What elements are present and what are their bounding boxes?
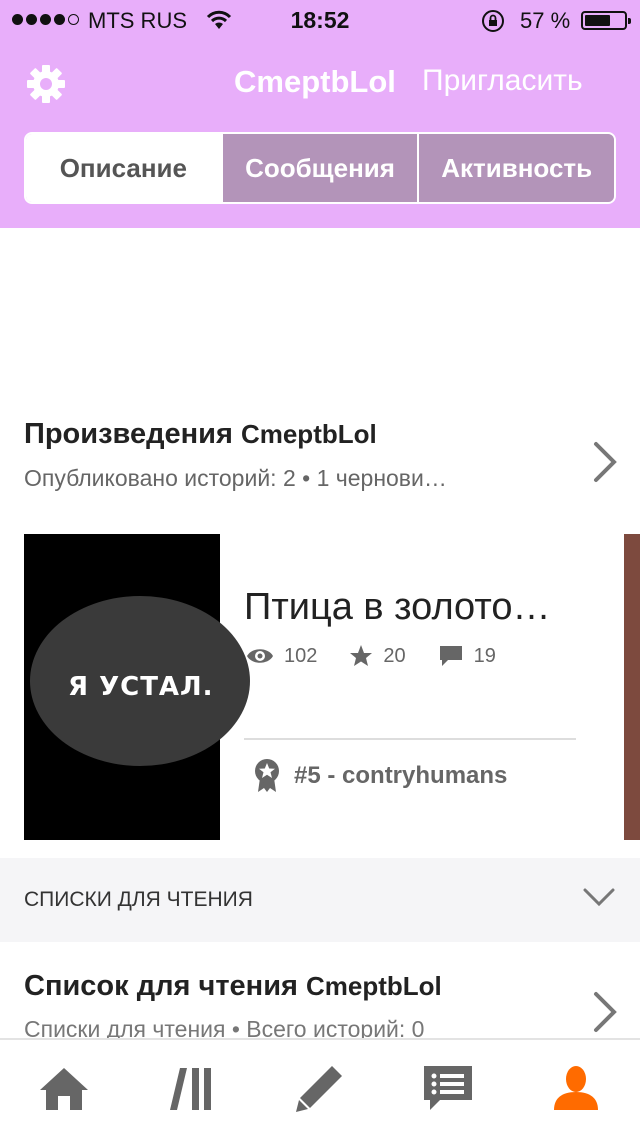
rank-label: #5 - contryhumans — [294, 762, 508, 789]
story-stats: 102 20 19 — [246, 644, 528, 668]
comment-icon — [439, 646, 462, 666]
divider — [244, 738, 576, 740]
story-rank[interactable]: #5 - contryhumans — [254, 758, 507, 794]
messages-icon[interactable] — [422, 1064, 474, 1114]
views-count: 102 — [284, 644, 318, 667]
reading-lists-section-header[interactable]: СПИСКИ ДЛЯ ЧТЕНИЯ — [0, 858, 640, 942]
bottom-tab-bar — [0, 1038, 640, 1136]
reading-lists-label: СПИСКИ ДЛЯ ЧТЕНИЯ — [24, 888, 253, 911]
library-icon[interactable] — [166, 1064, 218, 1114]
chevron-right-icon[interactable] — [592, 440, 618, 484]
profile-header: MTS RUS 18:52 57 % CmeptbLol Пригласить … — [0, 0, 640, 228]
chevron-right-icon[interactable] — [592, 990, 618, 1034]
tab-description[interactable]: Описание — [26, 134, 221, 202]
rotation-lock-icon — [482, 10, 504, 32]
works-title: Произведения — [24, 418, 233, 450]
eye-icon — [247, 649, 273, 663]
invite-button[interactable]: Пригласить — [422, 64, 583, 98]
star-icon — [350, 645, 373, 666]
award-icon — [255, 759, 279, 792]
profile-username: CmeptbLol — [234, 64, 396, 99]
tab-messages[interactable]: Сообщения — [220, 134, 418, 202]
comments-count: 19 — [473, 644, 496, 667]
profile-tabs: Описание Сообщения Активность — [24, 132, 616, 204]
reading-list-heading[interactable]: Список для чтения CmeptbLol — [24, 970, 442, 1003]
story-cover[interactable]: Я УСТАЛ. — [24, 534, 250, 840]
gear-icon[interactable] — [24, 62, 68, 106]
status-bar: MTS RUS 18:52 57 % — [0, 0, 640, 40]
votes-count: 20 — [383, 644, 406, 667]
battery-icon — [581, 11, 631, 30]
profile-icon[interactable] — [550, 1064, 602, 1114]
chevron-down-icon[interactable] — [582, 886, 616, 908]
story-title[interactable]: Птица в золото… — [244, 586, 550, 629]
write-icon[interactable] — [294, 1064, 346, 1114]
reading-list-username: CmeptbLol — [306, 971, 442, 1001]
home-icon[interactable] — [38, 1064, 90, 1114]
cover-text: Я УСТАЛ. — [68, 672, 214, 702]
works-username: CmeptbLol — [240, 419, 377, 449]
battery-percentage: 57 % — [520, 8, 571, 33]
works-subtitle: Опубликовано историй: 2 • 1 чернови… — [24, 465, 447, 491]
reading-list-title: Список для чтения — [24, 970, 298, 1002]
next-story-cover[interactable] — [624, 534, 640, 840]
works-heading[interactable]: Произведения CmeptbLol — [24, 418, 377, 451]
tab-activity[interactable]: Активность — [417, 134, 614, 202]
